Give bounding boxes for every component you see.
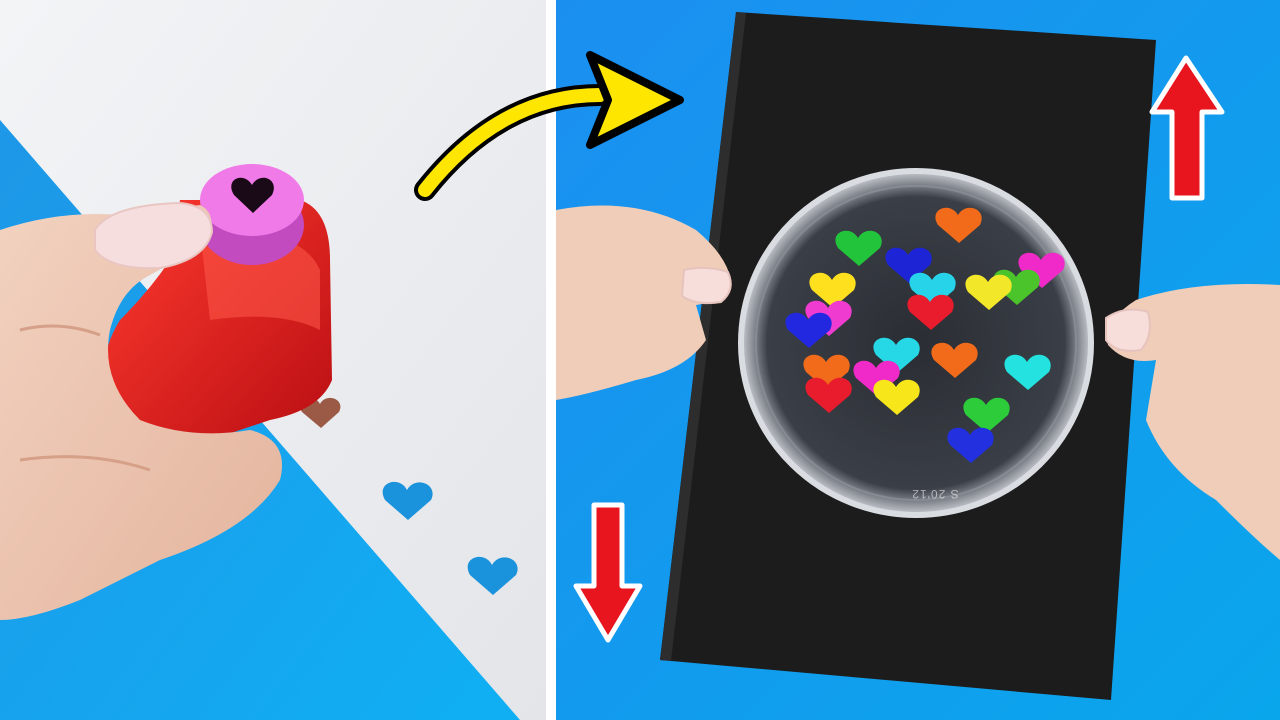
panel-divider <box>546 0 556 720</box>
right-photo-panel <box>556 0 1280 720</box>
heart-punch-photo <box>0 0 546 720</box>
left-hand-nail <box>680 266 732 305</box>
right-hand-nail <box>1105 308 1151 352</box>
lid-marking-text: S 20'12 <box>911 487 959 501</box>
notebook-photo <box>556 0 1280 720</box>
left-photo-panel <box>0 0 546 720</box>
